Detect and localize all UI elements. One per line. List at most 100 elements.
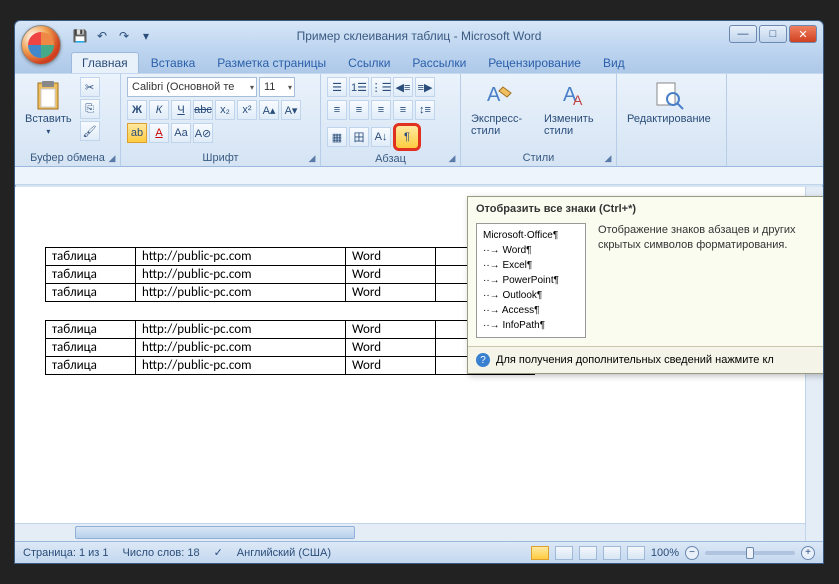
quick-access-toolbar: 💾 ↶ ↷ ▾ — [71, 27, 155, 45]
app-window: 💾 ↶ ↷ ▾ Пример склеивания таблиц - Micro… — [14, 20, 824, 564]
clear-formatting-icon[interactable]: A⊘ — [193, 123, 213, 143]
table-1[interactable]: таблицаhttp://public-pc.comWord таблицаh… — [45, 247, 535, 302]
font-size-combo[interactable]: 11▾ — [259, 77, 295, 97]
zoom-slider[interactable] — [705, 551, 795, 555]
subscript-icon[interactable]: x₂ — [215, 100, 235, 120]
justify-icon[interactable]: ≡ — [393, 100, 413, 120]
zoom-out-button[interactable]: − — [685, 546, 699, 560]
shrink-font-icon[interactable]: A▾ — [281, 100, 301, 120]
table-2[interactable]: таблицаhttp://public-pc.comWord таблицаh… — [45, 320, 535, 375]
numbering-icon[interactable]: 1☰ — [349, 77, 369, 97]
tooltip-sample: Microsoft·Office¶ ··→ Word¶ ··→ Excel¶ ·… — [476, 223, 586, 338]
table-row: таблицаhttp://public-pc.comWord — [46, 339, 535, 357]
font-color-icon[interactable]: A — [149, 123, 169, 143]
tooltip-title: Отобразить все знаки (Ctrl+*) — [468, 197, 824, 219]
align-right-icon[interactable]: ≡ — [371, 100, 391, 120]
align-left-icon[interactable]: ≡ — [327, 100, 347, 120]
font-name-combo[interactable]: Calibri (Основной те▾ — [127, 77, 257, 97]
tooltip-footer[interactable]: ? Для получения дополнительных сведений … — [468, 346, 824, 373]
group-styles: A Экспресс-стили AA Изменить стили Стили… — [461, 74, 617, 166]
group-clipboard-label: Буфер обмена — [21, 150, 114, 164]
view-outline-button[interactable] — [603, 546, 621, 560]
quick-styles-button[interactable]: A Экспресс-стили — [467, 77, 536, 139]
bullets-icon[interactable]: ☰ — [327, 77, 347, 97]
multilevel-list-icon[interactable]: ⋮☰ — [371, 77, 391, 97]
tab-page-layout[interactable]: Разметка страницы — [207, 53, 336, 73]
zoom-slider-thumb[interactable] — [746, 547, 754, 559]
cut-icon[interactable]: ✂ — [80, 77, 100, 97]
copy-icon[interactable]: ⎘ — [80, 99, 100, 119]
line-spacing-icon[interactable]: ↕≡ — [415, 100, 435, 120]
table-row: таблицаhttp://public-pc.comWord — [46, 321, 535, 339]
table-row: таблицаhttp://public-pc.comWord — [46, 284, 535, 302]
status-language[interactable]: Английский (США) — [237, 547, 331, 559]
format-painter-icon[interactable]: 🖌 — [80, 121, 100, 141]
increase-indent-icon[interactable]: ≡▶ — [415, 77, 435, 97]
office-button[interactable] — [21, 25, 61, 65]
show-hide-paragraph-marks-button[interactable]: ¶ — [393, 123, 421, 151]
group-paragraph-label: Абзац — [327, 151, 454, 165]
change-case-icon[interactable]: Aa — [171, 123, 191, 143]
decrease-indent-icon[interactable]: ◀≡ — [393, 77, 413, 97]
change-styles-label: Изменить стили — [544, 113, 606, 137]
tab-references[interactable]: Ссылки — [338, 53, 400, 73]
group-clipboard: Вставить ▾ ✂ ⎘ 🖌 Буфер обмена ◢ — [15, 74, 121, 166]
zoom-in-button[interactable]: + — [801, 546, 815, 560]
minimize-button[interactable]: — — [729, 25, 757, 43]
view-draft-button[interactable] — [627, 546, 645, 560]
change-styles-button[interactable]: AA Изменить стили — [540, 77, 610, 139]
status-proofing-icon[interactable]: ✓ — [214, 546, 223, 559]
save-icon[interactable]: 💾 — [71, 27, 89, 45]
tab-view[interactable]: Вид — [593, 53, 635, 73]
ribbon: Вставить ▾ ✂ ⎘ 🖌 Буфер обмена ◢ Calibri … — [15, 73, 823, 167]
paragraph-launcher-icon[interactable]: ◢ — [446, 152, 458, 164]
status-words[interactable]: Число слов: 18 — [123, 547, 200, 559]
paste-button[interactable]: Вставить ▾ — [21, 77, 76, 138]
highlight-color-icon[interactable]: ab — [127, 123, 147, 143]
tab-mailings[interactable]: Рассылки — [402, 53, 476, 73]
group-styles-label: Стили — [467, 150, 610, 164]
italic-icon[interactable]: К — [149, 100, 169, 120]
maximize-button[interactable]: □ — [759, 25, 787, 43]
ribbon-tabs: Главная Вставка Разметка страницы Ссылки… — [15, 51, 823, 73]
group-paragraph: ☰ 1☰ ⋮☰ ◀≡ ≡▶ ≡ ≡ ≡ ≡ ↕≡ ▦ 田 A↓ ¶ — [321, 74, 461, 166]
paste-label: Вставить — [25, 113, 72, 125]
tab-review[interactable]: Рецензирование — [478, 53, 591, 73]
title-bar: 💾 ↶ ↷ ▾ Пример склеивания таблиц - Micro… — [15, 21, 823, 51]
clipboard-launcher-icon[interactable]: ◢ — [106, 152, 118, 164]
view-print-layout-button[interactable] — [531, 546, 549, 560]
quick-styles-label: Экспресс-стили — [471, 113, 532, 137]
font-launcher-icon[interactable]: ◢ — [306, 152, 318, 164]
view-full-screen-button[interactable] — [555, 546, 573, 560]
horizontal-scrollbar[interactable] — [15, 523, 805, 541]
editing-label: Редактирование — [627, 113, 711, 125]
redo-icon[interactable]: ↷ — [115, 27, 133, 45]
strikethrough-icon[interactable]: abc — [193, 100, 213, 120]
ruler[interactable] — [15, 167, 823, 185]
align-center-icon[interactable]: ≡ — [349, 100, 369, 120]
clipboard-icon — [32, 79, 64, 111]
find-icon — [653, 79, 685, 111]
status-bar: Страница: 1 из 1 Число слов: 18 ✓ Англий… — [15, 541, 823, 563]
view-web-layout-button[interactable] — [579, 546, 597, 560]
superscript-icon[interactable]: x² — [237, 100, 257, 120]
status-page[interactable]: Страница: 1 из 1 — [23, 547, 109, 559]
close-button[interactable]: ✕ — [789, 25, 817, 43]
shading-icon[interactable]: ▦ — [327, 127, 347, 147]
underline-icon[interactable]: Ч — [171, 100, 191, 120]
group-font-label: Шрифт — [127, 150, 314, 164]
qat-customize-icon[interactable]: ▾ — [137, 27, 155, 45]
sort-icon[interactable]: A↓ — [371, 127, 391, 147]
scroll-thumb[interactable] — [75, 526, 355, 539]
tab-home[interactable]: Главная — [71, 52, 139, 73]
styles-launcher-icon[interactable]: ◢ — [602, 152, 614, 164]
styles-icon: A — [485, 79, 517, 111]
borders-icon[interactable]: 田 — [349, 127, 369, 147]
undo-icon[interactable]: ↶ — [93, 27, 111, 45]
zoom-level[interactable]: 100% — [651, 547, 679, 559]
editing-button[interactable]: Редактирование — [623, 77, 715, 127]
bold-icon[interactable]: Ж — [127, 100, 147, 120]
table-row: таблицаhttp://public-pc.comWord — [46, 266, 535, 284]
grow-font-icon[interactable]: A▴ — [259, 100, 279, 120]
tab-insert[interactable]: Вставка — [141, 53, 206, 73]
